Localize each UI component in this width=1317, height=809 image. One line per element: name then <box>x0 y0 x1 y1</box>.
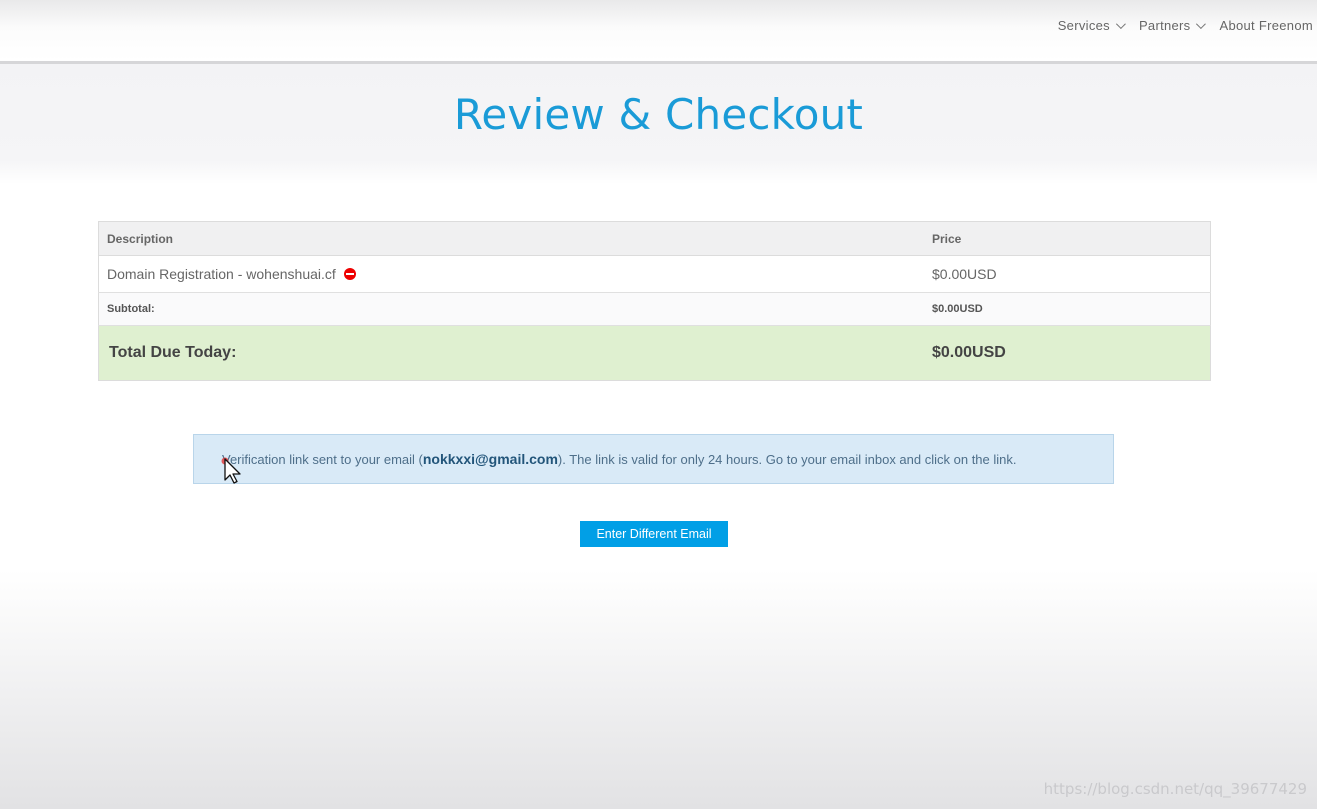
verification-alert: Verification link sent to your email (no… <box>193 434 1114 484</box>
main-nav: Services Partners About Freenom <box>1042 18 1313 33</box>
mouse-cursor-icon <box>221 457 241 484</box>
total-value: $0.00USD <box>924 325 1211 381</box>
page-title: Review & Checkout <box>453 90 864 139</box>
nav-item-label: Partners <box>1138 18 1191 33</box>
chevron-down-icon <box>1196 19 1207 30</box>
nav-item-label: About Freenom <box>1219 18 1313 33</box>
page-header: Review & Checkout <box>0 64 1317 184</box>
total-label: Total Due Today: <box>98 325 924 381</box>
nav-item-partners[interactable]: Partners <box>1138 18 1207 33</box>
subtotal-label: Subtotal: <box>98 292 924 326</box>
top-navbar: Services Partners About Freenom <box>0 0 1317 64</box>
nav-item-label: Services <box>1057 18 1110 33</box>
alert-email: nokkxxi@gmail.com <box>422 451 558 467</box>
nav-item-services[interactable]: Services <box>1057 18 1126 33</box>
subtotal-value: $0.00USD <box>924 292 1211 326</box>
column-header-price: Price <box>924 221 1211 256</box>
item-description: Domain Registration - wohenshuai.cf <box>107 266 336 282</box>
item-price: $0.00USD <box>924 255 1211 293</box>
item-description-cell: Domain Registration - wohenshuai.cf <box>98 255 924 293</box>
nav-item-about[interactable]: About Freenom <box>1219 18 1313 33</box>
alert-prefix: Verification link sent to your email ( <box>222 452 423 467</box>
table-row: Domain Registration - wohenshuai.cf $0.0… <box>98 255 1211 293</box>
chevron-down-icon <box>1115 19 1126 30</box>
table-header-row: Description Price <box>98 221 1211 256</box>
subtotal-row: Subtotal: $0.00USD <box>98 292 1211 326</box>
alert-suffix: ). The link is valid for only 24 hours. … <box>557 452 1017 467</box>
column-header-description: Description <box>98 221 924 256</box>
alert-text: Verification link sent to your email (no… <box>222 451 1017 467</box>
remove-icon[interactable] <box>343 268 356 280</box>
total-row: Total Due Today: $0.00USD <box>98 325 1211 381</box>
enter-different-email-button[interactable]: Enter Different Email <box>580 521 728 547</box>
order-summary-table: Description Price Domain Registration - … <box>98 221 1211 381</box>
watermark-text: https://blog.csdn.net/qq_39677429 <box>1043 780 1307 798</box>
